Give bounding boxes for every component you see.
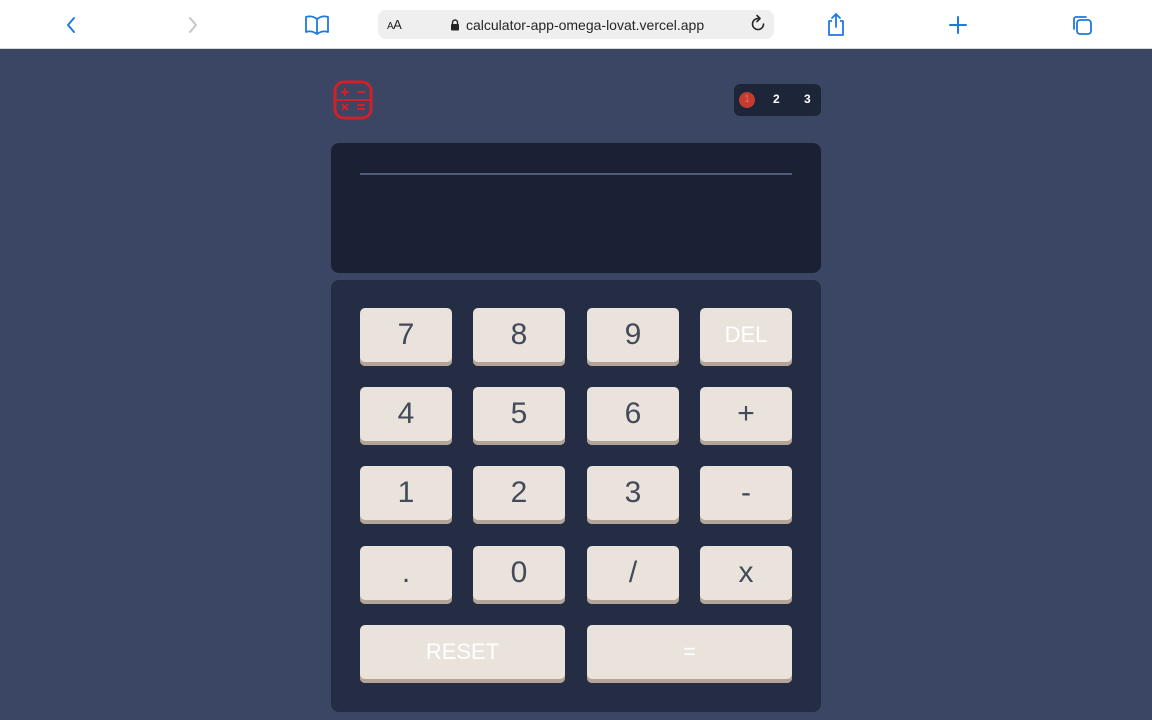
calculator-logo-icon bbox=[333, 80, 373, 120]
keypad: 7 8 9 DEL 4 5 6 + 1 2 3 - . 0 / x RESET … bbox=[331, 280, 821, 712]
back-button[interactable] bbox=[56, 10, 86, 40]
minus-button[interactable]: - bbox=[700, 466, 792, 524]
divide-button[interactable]: / bbox=[587, 546, 679, 604]
book-icon bbox=[305, 15, 329, 35]
theme-switcher[interactable]: 1 2 3 bbox=[734, 84, 821, 116]
url-field[interactable]: calculator-app-omega-lovat.vercel.app bbox=[450, 17, 740, 33]
theme-option-2[interactable]: 2 bbox=[773, 92, 780, 106]
chevron-right-icon bbox=[189, 17, 197, 33]
browser-toolbar: AA calculator-app-omega-lovat.vercel.app bbox=[0, 0, 1152, 49]
key-0[interactable]: 0 bbox=[473, 546, 565, 604]
key-9[interactable]: 9 bbox=[587, 308, 679, 366]
new-tab-button[interactable] bbox=[943, 10, 973, 40]
key-8[interactable]: 8 bbox=[473, 308, 565, 366]
address-bar[interactable]: AA calculator-app-omega-lovat.vercel.app bbox=[378, 10, 774, 39]
key-7[interactable]: 7 bbox=[360, 308, 452, 366]
share-icon bbox=[828, 13, 844, 36]
theme-toggle-knob[interactable]: 1 bbox=[739, 92, 755, 108]
theme-option-3[interactable]: 3 bbox=[804, 92, 811, 106]
share-button[interactable] bbox=[821, 10, 851, 40]
delete-button[interactable]: DEL bbox=[700, 308, 792, 366]
plus-button[interactable]: + bbox=[700, 387, 792, 445]
key-5[interactable]: 5 bbox=[473, 387, 565, 445]
key-3[interactable]: 3 bbox=[587, 466, 679, 524]
tabs-icon bbox=[1073, 16, 1092, 35]
theme-option-1: 1 bbox=[744, 94, 750, 105]
plus-icon bbox=[949, 16, 967, 34]
display-divider bbox=[360, 173, 792, 175]
tabs-button[interactable] bbox=[1067, 10, 1097, 40]
reload-icon[interactable] bbox=[748, 14, 768, 34]
reader-button[interactable]: AA bbox=[387, 17, 402, 32]
key-6[interactable]: 6 bbox=[587, 387, 679, 445]
equals-button[interactable]: = bbox=[587, 625, 792, 683]
calculator-display bbox=[331, 143, 821, 273]
key-4[interactable]: 4 bbox=[360, 387, 452, 445]
forward-button[interactable] bbox=[178, 10, 208, 40]
key-2[interactable]: 2 bbox=[473, 466, 565, 524]
lock-icon bbox=[451, 19, 459, 31]
multiply-button[interactable]: x bbox=[700, 546, 792, 604]
key-1[interactable]: 1 bbox=[360, 466, 452, 524]
bookmarks-button[interactable] bbox=[302, 10, 332, 40]
url-text: calculator-app-omega-lovat.vercel.app bbox=[466, 17, 705, 33]
reset-button[interactable]: RESET bbox=[360, 625, 565, 683]
decimal-button[interactable]: . bbox=[360, 546, 452, 604]
chevron-left-icon bbox=[67, 17, 75, 33]
